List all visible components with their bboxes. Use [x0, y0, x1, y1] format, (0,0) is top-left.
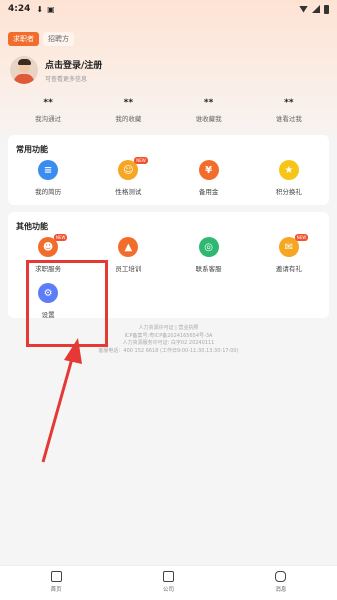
- status-bar: 4:24 ⬇ ▣: [0, 0, 337, 18]
- stat-label: 我的收藏: [115, 115, 142, 123]
- home-icon: [50, 571, 62, 582]
- gift-points-icon: ★: [278, 160, 299, 180]
- tile-reserve-fund[interactable]: ¥ 备用金: [169, 160, 249, 206]
- login-profile[interactable]: 点击登录/注册 可查看更多信息: [10, 56, 102, 84]
- tile-label: 邀请有礼: [275, 265, 302, 273]
- tab-recruiter[interactable]: 招聘方: [43, 32, 74, 46]
- message-icon: [275, 571, 287, 582]
- common-functions-title: 常用功能: [16, 145, 48, 154]
- tile-label: 备用金: [198, 188, 219, 196]
- stats-row: ** 我沟通过 ** 我的收藏 ** 谁收藏我 ** 谁看过我: [8, 98, 329, 123]
- nav-label: 公司: [162, 587, 174, 593]
- stat-value: **: [123, 98, 134, 108]
- battery-icon: [324, 4, 329, 14]
- common-functions-card: 常用功能 ≡ 我的简历 ☺ NEW 性格测试 ¥ 备用金 ★ 积分换礼: [8, 135, 329, 205]
- tab-job-seeker[interactable]: 求职者: [8, 32, 39, 46]
- profile-subtitle: 可查看更多信息: [45, 75, 88, 83]
- download-icon: ⬇: [36, 4, 44, 14]
- wallet-icon: ¥: [198, 160, 219, 180]
- stat-label: 我沟通过: [35, 115, 62, 123]
- stat-value: **: [203, 98, 214, 108]
- tile-label: 员工培训: [115, 265, 142, 273]
- stat-label: 谁收藏我: [195, 115, 222, 123]
- status-time: 4:24: [8, 4, 31, 14]
- avatar[interactable]: [10, 56, 38, 84]
- wifi-icon: [299, 5, 308, 13]
- stat-favorited-me[interactable]: ** 谁收藏我: [169, 98, 249, 123]
- stat-viewed-me[interactable]: ** 谁看过我: [249, 98, 329, 123]
- login-register-link[interactable]: 点击登录/注册: [45, 58, 102, 71]
- tile-label: 我的简历: [35, 188, 62, 196]
- nav-label: 消息: [275, 587, 287, 593]
- stat-value: **: [43, 98, 53, 108]
- new-badge: NEW: [134, 157, 148, 164]
- resume-icon: ≡: [38, 160, 59, 180]
- nav-messages[interactable]: 消息: [225, 566, 337, 600]
- service-hotline: 客服电话：400 152 6618 (工作日9:00-11:30,13:30-1…: [98, 347, 239, 354]
- tile-label: 性格测试: [115, 188, 142, 196]
- other-functions-title: 其他功能: [16, 222, 48, 231]
- tile-my-resume[interactable]: ≡ 我的简历: [8, 160, 88, 206]
- app-notification-icon: ▣: [47, 4, 55, 14]
- training-icon: ▲: [118, 237, 139, 257]
- stat-contacted[interactable]: ** 我沟通过: [8, 98, 88, 123]
- bottom-nav: 首页 公司 消息: [0, 565, 337, 600]
- nav-home[interactable]: 首页: [0, 566, 112, 600]
- signal-icon: [312, 5, 320, 13]
- annotation-highlight-box: [26, 260, 108, 347]
- stat-favorites[interactable]: ** 我的收藏: [88, 98, 168, 123]
- tile-points-gift[interactable]: ★ 积分换礼: [249, 160, 329, 206]
- stat-value: **: [284, 98, 294, 108]
- role-switch: 求职者 招聘方: [8, 32, 74, 46]
- tile-personality-test[interactable]: ☺ NEW 性格测试: [88, 157, 168, 206]
- new-badge: NEW: [54, 234, 68, 241]
- support-icon: ◎: [198, 237, 219, 257]
- tile-contact-support[interactable]: ◎ 联系客服: [169, 237, 249, 283]
- tile-invite-reward[interactable]: ✉ NEW 邀请有礼: [249, 234, 329, 283]
- nav-label: 首页: [50, 587, 62, 593]
- tile-label: 联系客服: [195, 265, 222, 273]
- stat-label: 谁看过我: [275, 115, 302, 123]
- tile-label: 积分换礼: [275, 188, 302, 196]
- company-icon: [162, 571, 174, 582]
- nav-company[interactable]: 公司: [112, 566, 224, 600]
- new-badge: NEW: [294, 234, 309, 241]
